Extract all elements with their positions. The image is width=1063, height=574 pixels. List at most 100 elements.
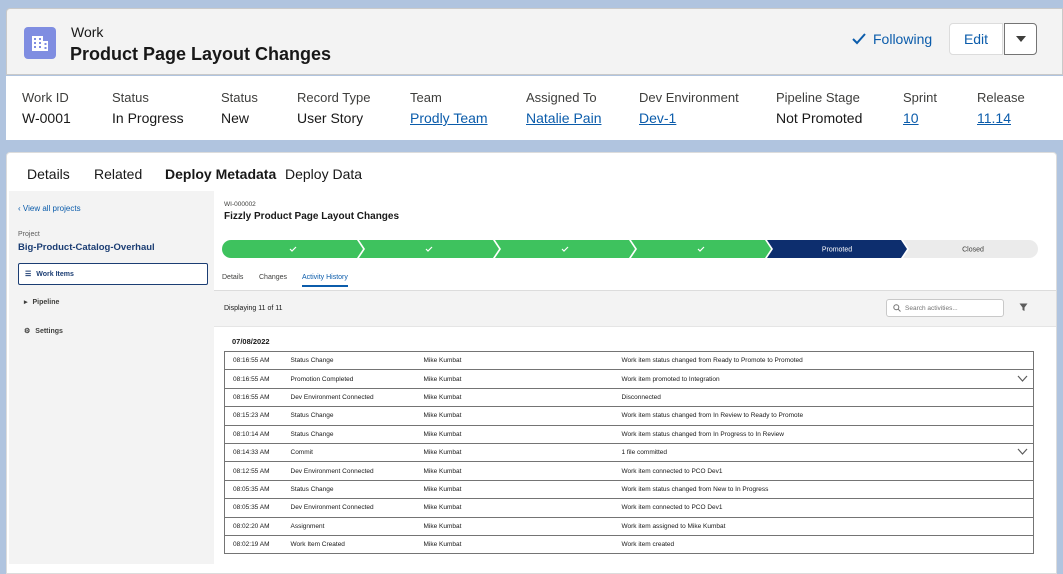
expand-row-button[interactable] [1012,443,1034,461]
highlight-value: W-0001 [22,110,71,126]
activity-detail: Work item promoted to Integration [621,375,720,383]
highlight-value: New [221,110,250,126]
subtab-changes[interactable]: Changes [259,274,287,281]
activity-user: Mike Kumbat [423,467,462,475]
activity-detail: Work item created [621,541,675,549]
path-stage[interactable] [222,240,363,258]
tab-related[interactable]: Related [94,166,142,182]
activity-user: Mike Kumbat [423,541,462,549]
path-stage-label: Closed [962,247,984,254]
highlight-field: Release 11.14 [977,90,1025,126]
activity-detail: Work item status changed from New to In … [621,485,769,493]
sidebar-item-settings[interactable]: ⚙ Settings [18,320,208,342]
highlight-field: Team Prodly Team [410,90,488,126]
activity-row: 08:16:55 AM Status Change Mike Kumbat Work … [224,352,1034,370]
activity-time: 08:05:35 AM [233,485,270,493]
activity-type: Status Change [290,430,334,438]
row-spacer [1012,517,1034,535]
activity-detail: 1 file committed [621,449,668,457]
highlight-value: In Progress [112,110,184,126]
record-title: Product Page Layout Changes [70,44,332,64]
activity-type: Commit [290,449,313,457]
activity-row: 08:05:35 AM Dev Environment Connected Mike… [224,499,1034,518]
work-item-title: Fizzly Product Page Layout Changes [224,211,400,222]
tab-deploy-data[interactable]: Deploy Data [285,166,362,182]
highlight-field: Status In Progress [112,90,184,126]
list-icon: ☰ [25,271,32,278]
activity-user: Mike Kumbat [423,522,462,530]
activity-row: 08:02:19 AM Work Item Created Mike Kumbat W… [224,535,1034,554]
activity-time: 08:02:19 AM [233,541,270,549]
activity-detail: Work item connected to PCO Dev1 [621,504,723,512]
highlight-link[interactable]: Dev-1 [639,110,739,126]
sidebar-item-label: Pipeline [32,298,60,306]
activity-type: Status Change [290,357,334,365]
search-activities-input[interactable]: Search activities... [886,299,1004,317]
expand-row-button[interactable] [1012,370,1034,388]
activity-time: 08:12:55 AM [233,467,270,475]
row-spacer [1012,499,1034,517]
activity-time: 08:02:20 AM [233,522,270,530]
subtab-details[interactable]: Details [222,274,243,281]
edit-button[interactable]: Edit [949,23,1003,55]
activity-time: 08:05:35 AM [233,504,270,512]
highlight-link[interactable]: 11.14 [977,110,1025,126]
view-all-projects-link[interactable]: ‹ View all projects [18,204,81,213]
activity-time: 08:16:55 AM [233,357,270,365]
chevron-left-icon: ‹ [18,204,21,213]
more-actions-button[interactable] [1004,23,1037,55]
highlight-link[interactable]: Prodly Team [410,110,488,126]
background-strip [0,140,1063,152]
path-stage[interactable] [359,240,499,258]
activity-row: 08:05:35 AM Status Change Mike Kumbat Work … [224,480,1034,499]
activity-time: 08:10:14 AM [233,430,270,438]
highlight-label: Release [977,90,1025,105]
activity-user: Mike Kumbat [423,485,462,493]
displaying-count: Displaying 11 of 11 [224,305,283,312]
subtabs: Details Changes Activity History [214,271,1056,291]
status-path: Promoted Closed [222,240,1038,258]
sidebar-item-work-items[interactable]: ☰ Work Items [18,263,208,285]
search-placeholder: Search activities... [905,304,958,312]
activity-user: Mike Kumbat [423,430,462,438]
highlight-label: Sprint [903,90,937,105]
pipeline-icon: ▸ [24,299,28,306]
activity-user: Mike Kumbat [423,393,462,401]
highlight-field: Pipeline Stage Not Promoted [776,90,862,126]
row-spacer [1012,480,1034,498]
activity-row[interactable]: 08:16:55 AM Promotion Completed Mike Kumba… [224,370,1034,389]
search-icon [893,304,901,312]
row-spacer [1012,425,1034,443]
highlight-link[interactable]: 10 [903,110,937,126]
work-item-id: WI-000002 [224,201,256,208]
activity-detail: Work item status changed from Ready to P… [621,357,803,365]
activity-type: Status Change [290,485,334,493]
activity-user: Mike Kumbat [423,412,462,420]
tab-deploy-metadata[interactable]: Deploy Metadata [165,166,276,182]
activity-time: 08:14:33 AM [233,449,270,457]
object-type-label: Work [71,24,104,40]
following-button[interactable]: Following [852,31,932,47]
highlight-label: Team [410,90,442,105]
record-tabs: Details Related Deploy Metadata Deploy D… [7,153,1056,191]
chevron-down-icon [1017,448,1028,456]
row-spacer [1012,352,1034,370]
filter-icon[interactable] [1019,303,1028,312]
activity-type: Assignment [290,522,325,530]
sidebar-item-pipeline[interactable]: ▸ Pipeline [18,291,208,313]
project-sidebar: ‹ View all projects Project Big-Product-… [9,191,214,564]
highlight-label: Work ID [22,90,69,105]
chevron-down-icon [1015,36,1026,42]
tab-details[interactable]: Details [27,166,70,182]
path-stage[interactable] [631,240,771,258]
highlight-link[interactable]: Natalie Pain [526,110,602,126]
activity-detail: Work item status changed from In Review … [621,412,804,420]
highlight-label: Dev Environment [639,90,739,105]
activity-row[interactable]: 08:14:33 AM Commit Mike Kumbat 1 file commi… [224,443,1034,462]
highlight-field: Assigned To Natalie Pain [526,90,602,126]
activity-toolbar: Displaying 11 of 11 Search activities... [214,291,1056,327]
path-stage[interactable] [495,240,635,258]
row-spacer [1012,462,1034,480]
activity-row: 08:10:14 AM Status Change Mike Kumbat Work … [224,425,1034,444]
subtab-activity-history[interactable]: Activity History [302,274,348,287]
